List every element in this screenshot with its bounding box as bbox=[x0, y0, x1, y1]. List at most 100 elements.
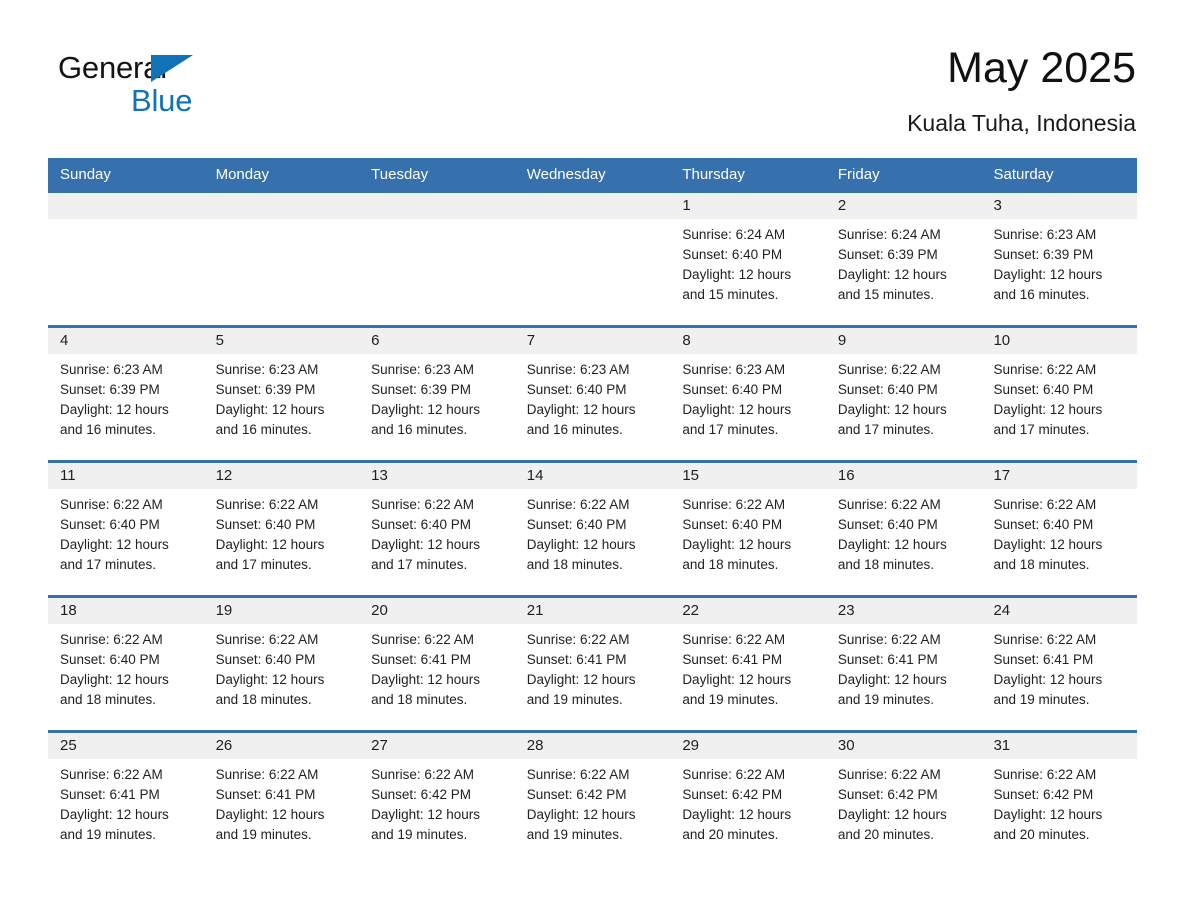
day-cell[interactable]: 3 Sunrise: 6:23 AM Sunset: 6:39 PM Dayli… bbox=[981, 193, 1138, 325]
day-number: 22 bbox=[670, 598, 826, 624]
sunrise-text: Sunrise: 6:22 AM bbox=[682, 632, 786, 647]
daylight-text-line1: Daylight: 12 hours bbox=[682, 537, 792, 552]
sunset-text: Sunset: 6:39 PM bbox=[993, 247, 1094, 262]
daylight-text-line1: Daylight: 12 hours bbox=[60, 402, 169, 417]
day-cell[interactable]: 25 Sunrise: 6:22 AM Sunset: 6:41 PM Dayl… bbox=[48, 733, 204, 865]
daylight-text-line2: and 19 minutes. bbox=[526, 827, 623, 842]
day-cell[interactable] bbox=[203, 193, 360, 325]
sunset-text: Sunset: 6:40 PM bbox=[682, 247, 783, 262]
daylight-text-line2: and 20 minutes. bbox=[837, 827, 934, 842]
day-cell[interactable]: 20 Sunrise: 6:22 AM Sunset: 6:41 PM Dayl… bbox=[359, 598, 515, 730]
day-number: 19 bbox=[203, 598, 360, 624]
daylight-text-line2: and 17 minutes. bbox=[682, 422, 779, 437]
sunrise-text: Sunrise: 6:23 AM bbox=[993, 227, 1097, 242]
sunset-text: Sunset: 6:40 PM bbox=[60, 517, 160, 532]
day-cell[interactable]: 15 Sunrise: 6:22 AM Sunset: 6:40 PM Dayl… bbox=[670, 463, 826, 595]
daylight-text-line1: Daylight: 12 hours bbox=[993, 402, 1103, 417]
day-cell[interactable]: 6 Sunrise: 6:23 AM Sunset: 6:39 PM Dayli… bbox=[359, 328, 515, 460]
day-number: 23 bbox=[825, 598, 982, 624]
day-cell[interactable]: 31 Sunrise: 6:22 AM Sunset: 6:42 PM Dayl… bbox=[981, 733, 1138, 865]
sunrise-text: Sunrise: 6:23 AM bbox=[215, 362, 319, 377]
sunrise-text: Sunrise: 6:24 AM bbox=[837, 227, 941, 242]
generalblue-logo[interactable]: General Blue bbox=[58, 50, 298, 122]
day-details: Sunrise: 6:22 AM Sunset: 6:40 PM Dayligh… bbox=[670, 489, 826, 575]
day-cell[interactable]: 18 Sunrise: 6:22 AM Sunset: 6:40 PM Dayl… bbox=[48, 598, 204, 730]
daylight-text-line2: and 18 minutes. bbox=[526, 557, 623, 572]
day-cell[interactable]: 26 Sunrise: 6:22 AM Sunset: 6:41 PM Dayl… bbox=[203, 733, 360, 865]
day-number: 21 bbox=[514, 598, 671, 624]
day-cell[interactable]: 9 Sunrise: 6:22 AM Sunset: 6:40 PM Dayli… bbox=[825, 328, 982, 460]
day-cell[interactable]: 17 Sunrise: 6:22 AM Sunset: 6:40 PM Dayl… bbox=[981, 463, 1138, 595]
daylight-text-line1: Daylight: 12 hours bbox=[371, 537, 480, 552]
weekday-header-friday: Friday bbox=[837, 166, 880, 183]
daylight-text-line1: Daylight: 12 hours bbox=[682, 402, 792, 417]
sunset-text: Sunset: 6:40 PM bbox=[993, 382, 1094, 397]
day-number: 14 bbox=[514, 463, 671, 489]
daylight-text-line1: Daylight: 12 hours bbox=[60, 807, 169, 822]
day-cell[interactable]: 21 Sunrise: 6:22 AM Sunset: 6:41 PM Dayl… bbox=[514, 598, 671, 730]
sunset-text: Sunset: 6:40 PM bbox=[837, 517, 938, 532]
daylight-text-line1: Daylight: 12 hours bbox=[993, 267, 1103, 282]
day-cell[interactable]: 23 Sunrise: 6:22 AM Sunset: 6:41 PM Dayl… bbox=[825, 598, 982, 730]
week-row: 25 Sunrise: 6:22 AM Sunset: 6:41 PM Dayl… bbox=[48, 730, 1138, 865]
daylight-text-line1: Daylight: 12 hours bbox=[837, 402, 947, 417]
sunrise-text: Sunrise: 6:22 AM bbox=[993, 767, 1097, 782]
daylight-text-line1: Daylight: 12 hours bbox=[993, 672, 1103, 687]
sunset-text: Sunset: 6:41 PM bbox=[60, 787, 160, 802]
day-cell[interactable] bbox=[359, 193, 515, 325]
day-cell[interactable]: 22 Sunrise: 6:22 AM Sunset: 6:41 PM Dayl… bbox=[670, 598, 826, 730]
calendar-grid: Sunday Monday Tuesday Wednesday Thursday… bbox=[48, 158, 1138, 865]
day-number: 24 bbox=[981, 598, 1138, 624]
day-cell[interactable]: 7 Sunrise: 6:23 AM Sunset: 6:40 PM Dayli… bbox=[514, 328, 671, 460]
day-cell[interactable] bbox=[48, 193, 204, 325]
day-number: 7 bbox=[514, 328, 671, 354]
day-cell[interactable]: 29 Sunrise: 6:22 AM Sunset: 6:42 PM Dayl… bbox=[670, 733, 826, 865]
daylight-text-line2: and 20 minutes. bbox=[993, 827, 1090, 842]
day-cell[interactable]: 19 Sunrise: 6:22 AM Sunset: 6:40 PM Dayl… bbox=[203, 598, 360, 730]
week-row: 1 Sunrise: 6:24 AM Sunset: 6:40 PM Dayli… bbox=[48, 193, 1138, 325]
day-cell[interactable]: 1 Sunrise: 6:24 AM Sunset: 6:40 PM Dayli… bbox=[670, 193, 826, 325]
sunset-text: Sunset: 6:40 PM bbox=[682, 382, 783, 397]
day-cell[interactable]: 8 Sunrise: 6:23 AM Sunset: 6:40 PM Dayli… bbox=[670, 328, 826, 460]
sunset-text: Sunset: 6:40 PM bbox=[60, 652, 160, 667]
sunrise-text: Sunrise: 6:22 AM bbox=[837, 767, 941, 782]
sunset-text: Sunset: 6:41 PM bbox=[215, 787, 316, 802]
day-cell[interactable]: 10 Sunrise: 6:22 AM Sunset: 6:40 PM Dayl… bbox=[981, 328, 1138, 460]
daylight-text-line1: Daylight: 12 hours bbox=[837, 807, 947, 822]
sunrise-text: Sunrise: 6:22 AM bbox=[837, 497, 941, 512]
week-row: 4 Sunrise: 6:23 AM Sunset: 6:39 PM Dayli… bbox=[48, 325, 1138, 460]
day-number: 1 bbox=[670, 193, 826, 219]
day-details: Sunrise: 6:22 AM Sunset: 6:40 PM Dayligh… bbox=[515, 489, 671, 575]
day-cell[interactable]: 28 Sunrise: 6:22 AM Sunset: 6:42 PM Dayl… bbox=[514, 733, 671, 865]
daylight-text-line2: and 19 minutes. bbox=[215, 827, 312, 842]
daylight-text-line1: Daylight: 12 hours bbox=[526, 672, 636, 687]
day-cell[interactable] bbox=[514, 193, 671, 325]
day-details: Sunrise: 6:22 AM Sunset: 6:40 PM Dayligh… bbox=[981, 354, 1137, 440]
day-number: 16 bbox=[825, 463, 982, 489]
day-cell[interactable]: 4 Sunrise: 6:23 AM Sunset: 6:39 PM Dayli… bbox=[48, 328, 204, 460]
weekday-header-tuesday: Tuesday bbox=[371, 166, 429, 183]
daylight-text-line2: and 17 minutes. bbox=[60, 557, 157, 572]
day-number: 31 bbox=[981, 733, 1138, 759]
daylight-text-line2: and 18 minutes. bbox=[993, 557, 1090, 572]
day-cell[interactable]: 30 Sunrise: 6:22 AM Sunset: 6:42 PM Dayl… bbox=[825, 733, 982, 865]
sunrise-text: Sunrise: 6:22 AM bbox=[993, 362, 1097, 377]
daylight-text-line2: and 19 minutes. bbox=[993, 692, 1090, 707]
daylight-text-line1: Daylight: 12 hours bbox=[526, 537, 636, 552]
daylight-text-line2: and 17 minutes. bbox=[993, 422, 1090, 437]
day-cell[interactable]: 12 Sunrise: 6:22 AM Sunset: 6:40 PM Dayl… bbox=[203, 463, 360, 595]
day-number: 29 bbox=[670, 733, 826, 759]
day-cell[interactable]: 16 Sunrise: 6:22 AM Sunset: 6:40 PM Dayl… bbox=[825, 463, 982, 595]
sunset-text: Sunset: 6:39 PM bbox=[60, 382, 160, 397]
day-cell[interactable]: 2 Sunrise: 6:24 AM Sunset: 6:39 PM Dayli… bbox=[825, 193, 982, 325]
day-cell[interactable]: 14 Sunrise: 6:22 AM Sunset: 6:40 PM Dayl… bbox=[514, 463, 671, 595]
day-cell[interactable]: 24 Sunrise: 6:22 AM Sunset: 6:41 PM Dayl… bbox=[981, 598, 1138, 730]
day-cell[interactable]: 5 Sunrise: 6:23 AM Sunset: 6:39 PM Dayli… bbox=[203, 328, 360, 460]
daylight-text-line1: Daylight: 12 hours bbox=[837, 267, 947, 282]
day-cell[interactable]: 27 Sunrise: 6:22 AM Sunset: 6:42 PM Dayl… bbox=[359, 733, 515, 865]
sunset-text: Sunset: 6:41 PM bbox=[526, 652, 627, 667]
day-cell[interactable]: 13 Sunrise: 6:22 AM Sunset: 6:40 PM Dayl… bbox=[359, 463, 515, 595]
day-cell[interactable]: 11 Sunrise: 6:22 AM Sunset: 6:40 PM Dayl… bbox=[48, 463, 204, 595]
daylight-text-line2: and 19 minutes. bbox=[371, 827, 468, 842]
day-details: Sunrise: 6:22 AM Sunset: 6:41 PM Dayligh… bbox=[515, 624, 671, 710]
